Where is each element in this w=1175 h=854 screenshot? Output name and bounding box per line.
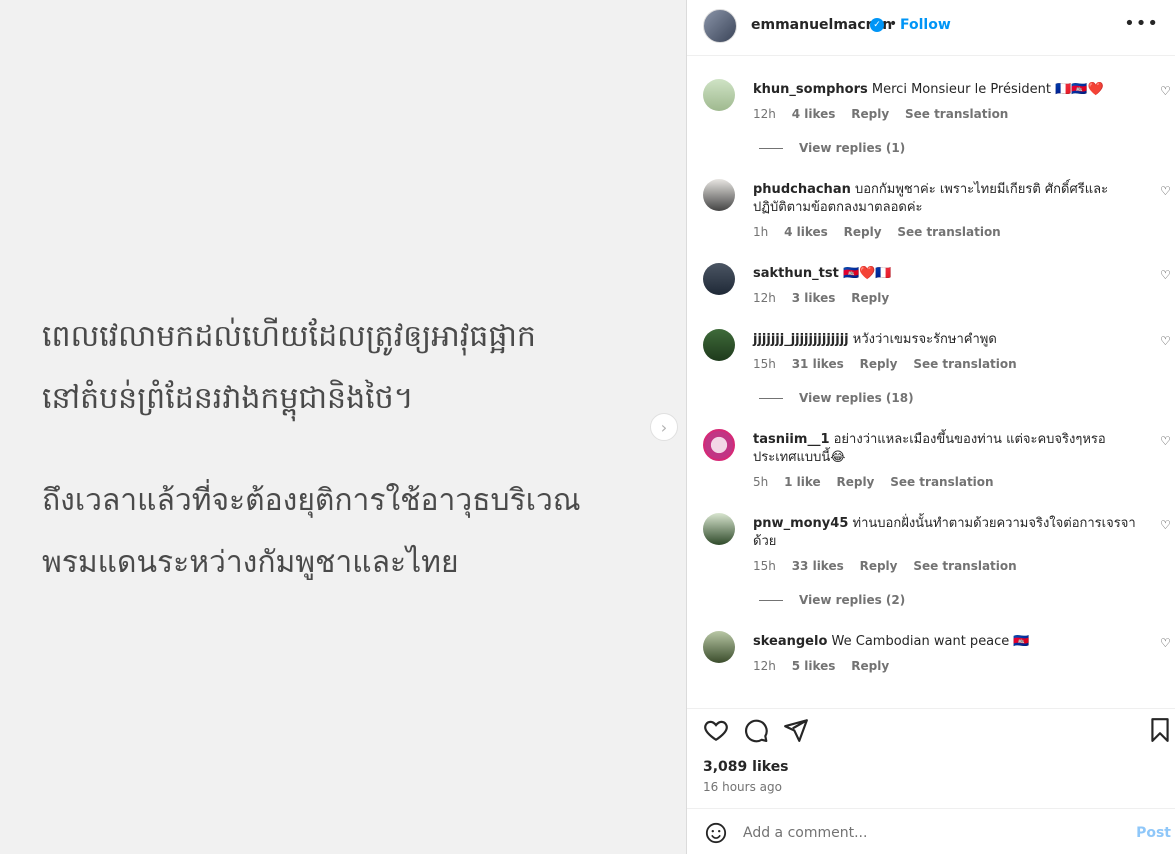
- comment-likes[interactable]: 4 likes: [784, 225, 828, 239]
- post-actions: 3,089 likes 16 hours ago: [687, 708, 1175, 808]
- comment-text: pnw_mony45 ท่านบอกฝั่งนั้นทำตามด้วยความจ…: [753, 515, 1141, 551]
- view-replies-button[interactable]: View replies (1): [759, 141, 905, 155]
- comment-meta: 12h 5 likes Reply: [753, 659, 901, 673]
- comment-username[interactable]: khun_somphors: [753, 82, 868, 97]
- view-replies-button[interactable]: View replies (2): [759, 593, 905, 607]
- reply-button[interactable]: Reply: [851, 659, 889, 673]
- comment-likes[interactable]: 5 likes: [792, 659, 836, 673]
- comment-likes[interactable]: 31 likes: [792, 357, 844, 371]
- reply-button[interactable]: Reply: [844, 225, 882, 239]
- see-translation-button[interactable]: See translation: [897, 225, 1000, 239]
- separator-dot: •: [889, 16, 898, 32]
- comment-text: tasniim__1 อย่างว่าแหละเมืองขึ้นของท่าน …: [753, 431, 1141, 467]
- comment-time[interactable]: 5h: [753, 475, 768, 489]
- comment-body: Merci Monsieur le Président 🇫🇷🇰🇭❤️: [871, 82, 1104, 97]
- comment-text: sakthun_tst 🇰🇭❤️🇫🇷: [753, 265, 1141, 283]
- comment-likes[interactable]: 1 like: [784, 475, 821, 489]
- post-timestamp[interactable]: 16 hours ago: [703, 780, 782, 794]
- see-translation-button[interactable]: See translation: [890, 475, 993, 489]
- see-translation-button[interactable]: See translation: [913, 357, 1016, 371]
- comment-username[interactable]: jjjjjjj_jjjjjjjjjjjjj: [753, 332, 849, 347]
- commenter-avatar[interactable]: [703, 179, 735, 211]
- heart-outline-icon[interactable]: ♡: [1160, 268, 1171, 282]
- author-avatar[interactable]: [703, 9, 737, 43]
- comment-meta: 5h 1 like Reply See translation: [753, 475, 1006, 489]
- comment-likes[interactable]: 33 likes: [792, 559, 844, 573]
- comment-username[interactable]: tasniim__1: [753, 432, 829, 447]
- commenter-avatar[interactable]: [703, 79, 735, 111]
- reply-button[interactable]: Reply: [851, 291, 889, 305]
- comment-text: jjjjjjj_jjjjjjjjjjjjj หวังว่าเขมรจะรักษา…: [753, 331, 1141, 349]
- commenter-avatar[interactable]: [703, 513, 735, 545]
- add-comment-input[interactable]: Add a comment...: [743, 825, 867, 841]
- reply-button[interactable]: Reply: [860, 357, 898, 371]
- comment-bubble-icon[interactable]: [743, 717, 769, 743]
- comment-time[interactable]: 12h: [753, 659, 776, 673]
- like-heart-icon[interactable]: [703, 717, 729, 743]
- comment-meta: 1h 4 likes Reply See translation: [753, 225, 1013, 239]
- comment-body: หวังว่าเขมรจะรักษาคำพูด: [852, 332, 997, 347]
- post-media[interactable]: ពេលវេលាមកដល់ហើយដែលត្រូវឲ្យអាវុធផ្អាក នៅត…: [0, 0, 686, 854]
- comment-body: We Cambodian want peace 🇰🇭: [831, 634, 1030, 649]
- comment-time[interactable]: 15h: [753, 559, 776, 573]
- post-comment-button[interactable]: Post: [1136, 825, 1171, 841]
- chevron-right-icon: ›: [660, 417, 668, 437]
- share-send-icon[interactable]: [783, 717, 809, 743]
- commenter-avatar[interactable]: [703, 631, 735, 663]
- verified-badge-icon: ✓: [870, 18, 884, 32]
- comment-meta: 12h 3 likes Reply: [753, 291, 901, 305]
- media-thai-text: ถึงเวลาแล้วที่จะต้องยุติการใช้อาวุธบริเว…: [42, 483, 581, 580]
- comment-meta: 12h 4 likes Reply See translation: [753, 107, 1020, 121]
- view-replies-button[interactable]: View replies (18): [759, 391, 914, 405]
- save-bookmark-icon[interactable]: [1147, 717, 1173, 743]
- comment-username[interactable]: phudchachan: [753, 182, 851, 197]
- commenter-avatar[interactable]: [703, 263, 735, 295]
- comment-likes[interactable]: 4 likes: [792, 107, 836, 121]
- comment-username[interactable]: sakthun_tst: [753, 266, 839, 281]
- likes-count[interactable]: 3,089 likes: [703, 759, 789, 775]
- comment-text: skeangelo We Cambodian want peace 🇰🇭: [753, 633, 1141, 651]
- comment-body: 🇰🇭❤️🇫🇷: [842, 266, 892, 281]
- commenter-avatar[interactable]: [703, 329, 735, 361]
- comment-likes[interactable]: 3 likes: [792, 291, 836, 305]
- reply-button[interactable]: Reply: [851, 107, 889, 121]
- instagram-post-view: ពេលវេលាមកដល់ហើយដែលត្រូវឲ្យអាវុធផ្អាក នៅត…: [0, 0, 1175, 854]
- emoji-icon[interactable]: [705, 822, 727, 844]
- comment-time[interactable]: 12h: [753, 291, 776, 305]
- comment-text: khun_somphors Merci Monsieur le Présiden…: [753, 81, 1141, 99]
- comment-time[interactable]: 1h: [753, 225, 768, 239]
- comments-list[interactable]: khun_somphors Merci Monsieur le Présiden…: [687, 57, 1175, 707]
- heart-outline-icon[interactable]: ♡: [1160, 184, 1171, 198]
- heart-outline-icon[interactable]: ♡: [1160, 636, 1171, 650]
- heart-outline-icon[interactable]: ♡: [1160, 434, 1171, 448]
- comment-time[interactable]: 12h: [753, 107, 776, 121]
- follow-button[interactable]: Follow: [900, 17, 951, 33]
- reply-button[interactable]: Reply: [860, 559, 898, 573]
- comment-meta: 15h 33 likes Reply See translation: [753, 559, 1029, 573]
- comment-username[interactable]: pnw_mony45: [753, 516, 848, 531]
- post-side-panel: emmanuelmacron ✓ • Follow ••• khun_somph…: [687, 0, 1175, 854]
- see-translation-button[interactable]: See translation: [913, 559, 1016, 573]
- heart-outline-icon[interactable]: ♡: [1160, 518, 1171, 532]
- more-options-icon[interactable]: •••: [1124, 13, 1159, 34]
- comment-username[interactable]: skeangelo: [753, 634, 827, 649]
- comment-time[interactable]: 15h: [753, 357, 776, 371]
- heart-outline-icon[interactable]: ♡: [1160, 334, 1171, 348]
- commenter-avatar[interactable]: [703, 429, 735, 461]
- heart-outline-icon[interactable]: ♡: [1160, 84, 1171, 98]
- comment-meta: 15h 31 likes Reply See translation: [753, 357, 1029, 371]
- see-translation-button[interactable]: See translation: [905, 107, 1008, 121]
- comment-text: phudchachan บอกกัมพูชาค่ะ เพราะไทยมีเกีย…: [753, 181, 1141, 217]
- next-slide-button[interactable]: ›: [650, 413, 678, 441]
- media-khmer-text: ពេលវេលាមកដល់ហើយដែលត្រូវឲ្យអាវុធផ្អាក នៅត…: [42, 319, 536, 416]
- add-comment-bar: Add a comment... Post: [687, 808, 1175, 854]
- reply-button[interactable]: Reply: [836, 475, 874, 489]
- post-header: emmanuelmacron ✓ • Follow •••: [687, 0, 1175, 56]
